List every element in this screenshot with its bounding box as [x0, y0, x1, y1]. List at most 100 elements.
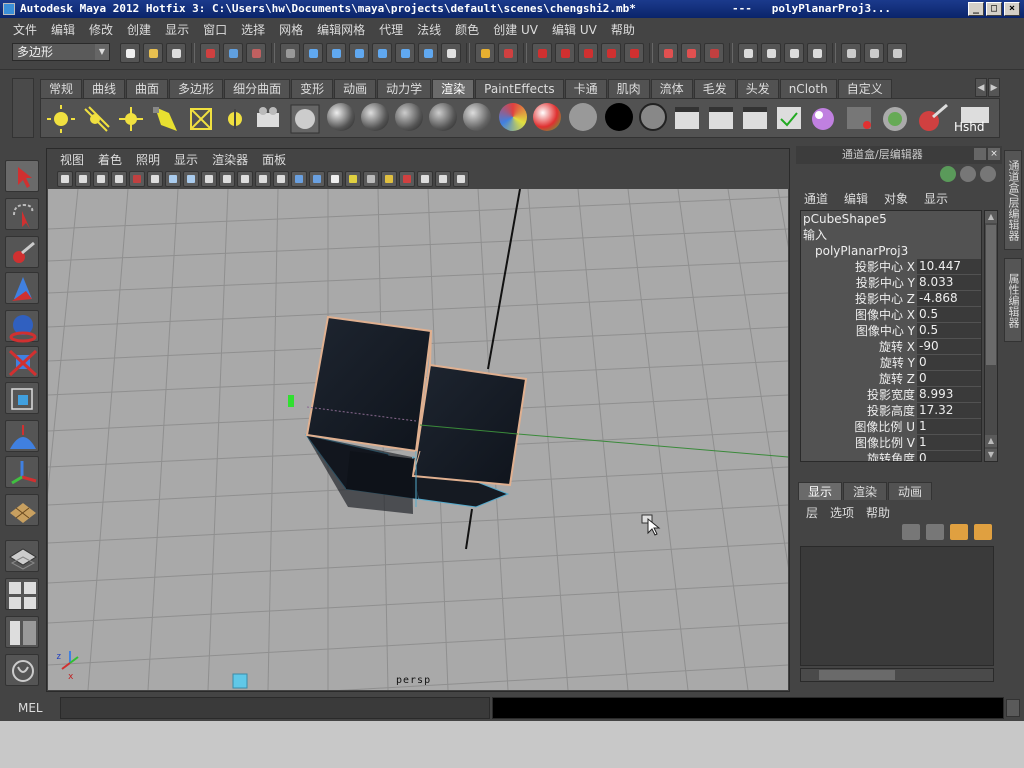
move-tool-button[interactable]: [5, 272, 39, 304]
ocean-shader-icon[interactable]: [639, 103, 667, 131]
selection-mask-icon[interactable]: [280, 43, 300, 63]
backface-culling-icon[interactable]: [453, 171, 469, 187]
layer-tab-render[interactable]: 渲染: [843, 482, 888, 500]
attribute-row[interactable]: 投影中心 Z -4.868: [801, 291, 981, 307]
open-scene-icon[interactable]: [143, 43, 163, 63]
shelf-gutter[interactable]: [12, 78, 34, 138]
menu-edit[interactable]: 编辑: [44, 21, 82, 38]
select-by-hierarchy-icon[interactable]: [200, 43, 220, 63]
grid-toggle-icon[interactable]: [147, 171, 163, 187]
make-live-icon[interactable]: [624, 43, 644, 63]
menu-window[interactable]: 窗口: [196, 21, 234, 38]
camera-icon[interactable]: [257, 107, 279, 127]
image-plane-icon[interactable]: [111, 171, 127, 187]
menu-normals[interactable]: 法线: [410, 21, 448, 38]
layer-menu-options[interactable]: 选项: [824, 504, 860, 521]
hyper-toggle-icon[interactable]: [980, 166, 996, 182]
film-gate-icon[interactable]: [165, 171, 181, 187]
menu-help[interactable]: 帮助: [604, 21, 642, 38]
create-empty-layer-icon[interactable]: [950, 524, 968, 540]
lasso-tool-button[interactable]: [5, 198, 39, 230]
phong-shader-icon[interactable]: [361, 103, 389, 131]
side-tab-channel-box[interactable]: 通道盒/层编辑器: [1004, 150, 1022, 250]
attribute-row[interactable]: 投影宽度 8.993: [801, 387, 981, 403]
toggle-tool-settings-icon[interactable]: [864, 43, 884, 63]
attribute-value-field[interactable]: 8.033: [917, 275, 981, 291]
shelf-tab-fur[interactable]: 毛发: [693, 79, 736, 98]
shelf-tab-hair[interactable]: 头发: [736, 79, 779, 98]
isolate-select-icon[interactable]: [399, 171, 415, 187]
select-misc-icon[interactable]: [418, 43, 438, 63]
shadows-icon[interactable]: [363, 171, 379, 187]
channel-menu-edit[interactable]: 编辑: [836, 190, 876, 207]
attribute-value-field[interactable]: 1: [917, 419, 981, 435]
paint-select-tool-button[interactable]: [5, 236, 39, 268]
camera-attributes-icon[interactable]: [75, 171, 91, 187]
close-panel-icon[interactable]: ×: [988, 148, 1000, 160]
panel-menu-renderer[interactable]: 渲染器: [205, 151, 255, 168]
scale-tool-button[interactable]: [5, 346, 39, 378]
directional-light-icon[interactable]: [84, 106, 110, 132]
ambient-light-icon[interactable]: [47, 105, 75, 133]
custom-layout-button[interactable]: [5, 654, 39, 686]
select-by-component-icon[interactable]: [246, 43, 266, 63]
minimize-button[interactable]: _: [968, 2, 984, 16]
maximize-button[interactable]: □: [986, 2, 1002, 16]
render-view-shelf-icon[interactable]: [847, 107, 871, 129]
scroll-thumb[interactable]: [819, 670, 895, 680]
field-chart-icon[interactable]: [219, 171, 235, 187]
gate-mask-icon[interactable]: [201, 171, 217, 187]
layer-list-hscrollbar[interactable]: [800, 668, 994, 682]
perspective-viewport[interactable]: z x persp: [48, 189, 788, 690]
volume-light-icon[interactable]: [228, 109, 242, 129]
channel-menu-object[interactable]: 对象: [876, 190, 916, 207]
batch-render-shelf-icon[interactable]: [743, 107, 767, 129]
attribute-row[interactable]: 旋转 X -90: [801, 339, 981, 355]
shelf-scroll-right-icon[interactable]: ▶: [988, 78, 1000, 97]
show-manipulator-button[interactable]: [5, 456, 39, 488]
menu-display[interactable]: 显示: [158, 21, 196, 38]
smooth-shade-icon[interactable]: [291, 171, 307, 187]
menu-select[interactable]: 选择: [234, 21, 272, 38]
shelf-tab-painteffects[interactable]: PaintEffects: [475, 79, 564, 98]
attribute-row[interactable]: 图像比例 V1: [801, 435, 981, 451]
attribute-row[interactable]: 投影高度 17.32: [801, 403, 981, 419]
layer-menu-help[interactable]: 帮助: [860, 504, 896, 521]
command-input[interactable]: [60, 697, 490, 719]
highlight-selection-icon[interactable]: [498, 43, 518, 63]
shelf-tab-subdivs[interactable]: 细分曲面: [224, 79, 291, 98]
wireframe-on-shaded-icon[interactable]: [309, 171, 325, 187]
attribute-row[interactable]: 图像中心 X 0.5: [801, 307, 981, 323]
attribute-row[interactable]: 图像中心 Y 0.5: [801, 323, 981, 339]
blinn-shader-icon[interactable]: [327, 103, 355, 131]
new-scene-icon[interactable]: [120, 43, 140, 63]
shelf-tab-surfaces[interactable]: 曲面: [126, 79, 169, 98]
attribute-row[interactable]: 投影中心 X 10.447: [801, 259, 981, 275]
render-settings-icon[interactable]: [807, 43, 827, 63]
input-node-name[interactable]: polyPlanarProj3: [801, 243, 981, 259]
shelf-tab-polygons[interactable]: 多边形: [169, 79, 224, 98]
ipr-render-shelf-icon[interactable]: [709, 107, 733, 129]
close-button[interactable]: ×: [1004, 2, 1020, 16]
panel-menu-view[interactable]: 视图: [53, 151, 91, 168]
render-current-frame-shelf-icon[interactable]: [675, 107, 699, 129]
scroll-up-small-icon[interactable]: ▲: [985, 435, 997, 447]
xray-active-components-icon[interactable]: [417, 171, 433, 187]
ipr-render-icon[interactable]: [784, 43, 804, 63]
safe-action-icon[interactable]: [237, 171, 253, 187]
attribute-row[interactable]: 旋转角度 0: [801, 451, 981, 461]
layer-tab-display[interactable]: 显示: [798, 482, 843, 500]
layout-four-button[interactable]: [5, 578, 39, 610]
attribute-value-field[interactable]: 0.5: [917, 323, 981, 339]
attribute-value-field[interactable]: 1: [917, 435, 981, 451]
toggle-channel-box-icon[interactable]: [887, 43, 907, 63]
layer-tab-animation[interactable]: 动画: [888, 482, 933, 500]
xray-icon[interactable]: [381, 171, 397, 187]
area-light-icon[interactable]: [190, 108, 212, 130]
select-edge-icon[interactable]: [326, 43, 346, 63]
textured-icon[interactable]: [327, 171, 343, 187]
menu-create-uv[interactable]: 创建 UV: [486, 21, 545, 38]
menu-mesh[interactable]: 网格: [272, 21, 310, 38]
select-help-icon[interactable]: [441, 43, 461, 63]
shelf-tab-deformation[interactable]: 变形: [291, 79, 334, 98]
